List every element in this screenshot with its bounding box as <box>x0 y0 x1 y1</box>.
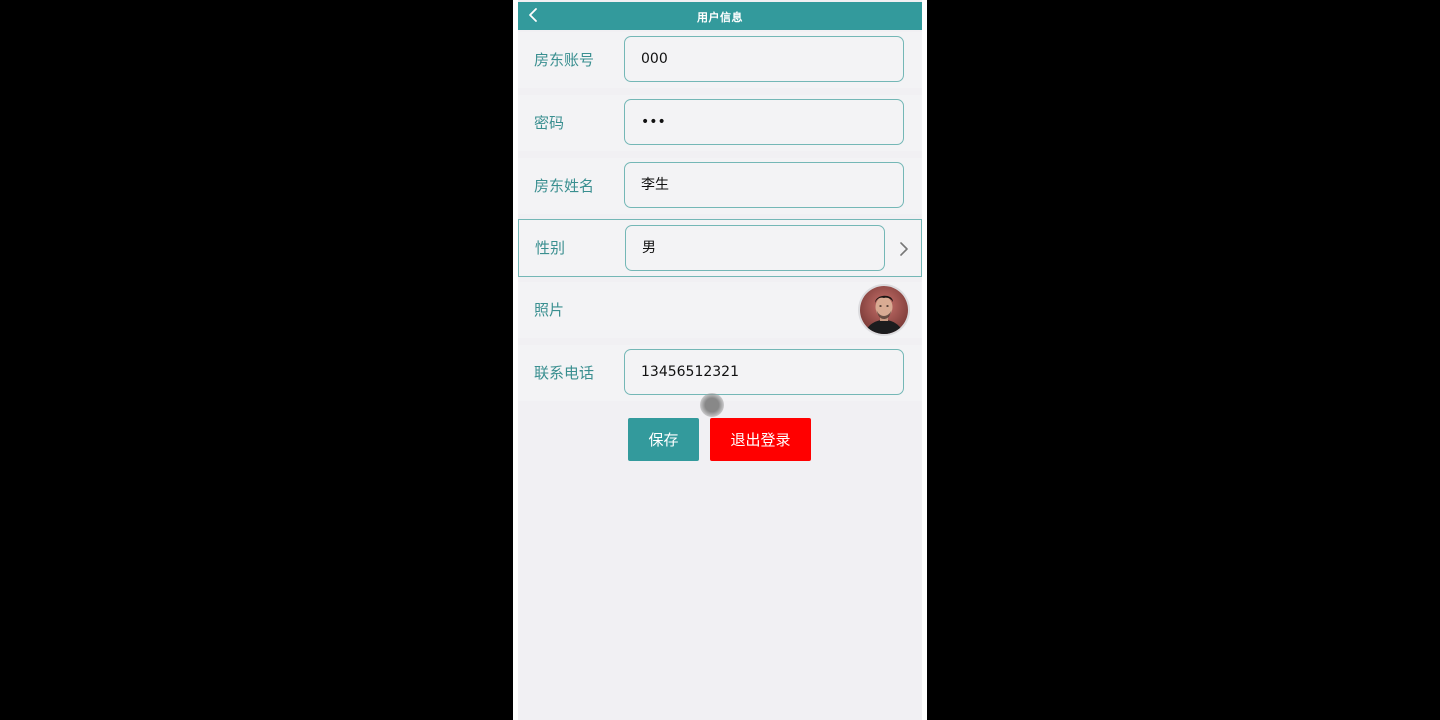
phone-label: 联系电话 <box>534 364 595 382</box>
name-label: 房东姓名 <box>534 177 595 195</box>
phone-frame: 用户信息 房东账号 000 密码 ••• 房东姓名 李生 性别 男 照片 联系电… <box>513 0 927 720</box>
logout-button[interactable]: 退出登录 <box>710 418 811 461</box>
form-row-gender[interactable]: 性别 男 <box>518 219 922 277</box>
phone-field[interactable]: 13456512321 <box>624 349 904 395</box>
avatar[interactable] <box>860 286 908 334</box>
password-field[interactable]: ••• <box>624 99 904 145</box>
account-field[interactable]: 000 <box>624 36 904 82</box>
name-field[interactable]: 李生 <box>624 162 904 208</box>
form-row-account: 房东账号 000 <box>518 32 922 88</box>
password-label: 密码 <box>534 114 565 132</box>
frame-edge <box>922 0 927 720</box>
gender-label: 性别 <box>535 239 566 257</box>
form-row-phone: 联系电话 13456512321 <box>518 345 922 401</box>
form-row-password: 密码 ••• <box>518 95 922 151</box>
chevron-right-icon[interactable] <box>899 241 909 257</box>
photo-label: 照片 <box>534 301 565 319</box>
save-button[interactable]: 保存 <box>628 418 699 461</box>
form-row-photo: 照片 <box>518 282 922 338</box>
form-row-name: 房东姓名 李生 <box>518 158 922 214</box>
page-title: 用户信息 <box>697 11 743 24</box>
gender-select[interactable]: 男 <box>625 225 885 271</box>
account-label: 房东账号 <box>534 51 595 69</box>
touch-indicator <box>700 393 724 417</box>
action-bar: 保存 退出登录 <box>513 418 927 462</box>
navbar: 用户信息 <box>518 2 922 30</box>
